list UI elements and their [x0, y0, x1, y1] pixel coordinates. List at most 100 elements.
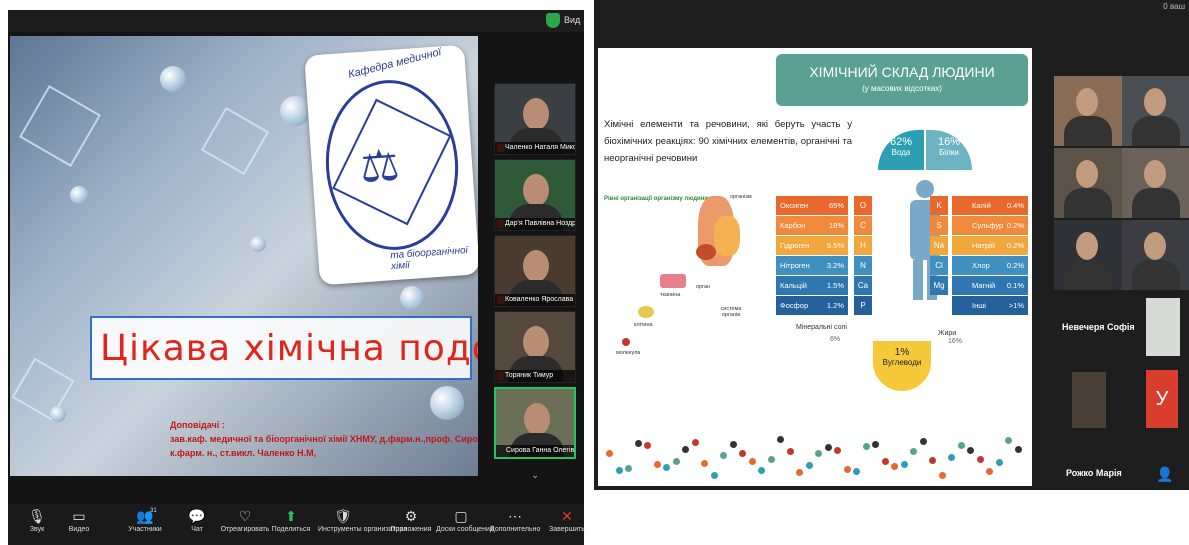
more-button[interactable]: ⋯ Дополнительно	[490, 506, 540, 533]
levels-label: Рівні організації організму людини	[604, 196, 709, 202]
participant-tile[interactable]	[1054, 76, 1122, 146]
participant-name: Невечеря Софія	[1062, 322, 1135, 332]
participant-tile[interactable]: Торяник Тимур	[494, 311, 576, 383]
avatar	[1076, 232, 1098, 260]
toolbar-label: Отреагировать	[220, 526, 270, 533]
chain-dot-decoration	[986, 468, 993, 475]
element-name: Оксиген	[780, 201, 809, 210]
element-value: 65%	[828, 201, 844, 210]
whiteboard-button[interactable]: ▢ Доски сообщений	[436, 506, 494, 533]
chain-dot-decoration	[663, 464, 670, 471]
participant-gallery: Чаленко Наталя Микол... Дар'я Павлівна Н…	[494, 83, 578, 463]
chat-button[interactable]: 💬 Чат	[172, 506, 222, 533]
participant-tile[interactable]: Коваленко Ярослава	[494, 235, 576, 307]
element-value: 0.2%	[1006, 261, 1024, 270]
avatar	[1076, 88, 1098, 116]
element-name: Інші	[972, 301, 986, 310]
participant-tile-active-speaker[interactable]: Сирова Ганна Олегівна	[494, 387, 576, 459]
atom-decoration	[160, 66, 186, 92]
element-row: Гідроген 9.5%	[776, 236, 848, 255]
element-value: 9.5%	[826, 241, 844, 250]
participant-count: 31	[150, 508, 157, 514]
cell-illustration	[638, 306, 654, 318]
avatar-body	[1064, 116, 1112, 146]
element-value: >1%	[1008, 301, 1024, 310]
participant-tile[interactable]: Дар'я Павлівна Ноздрач...	[494, 159, 576, 231]
share-button[interactable]: ⬆ Поделиться	[266, 506, 316, 533]
element-value: 1.5%	[826, 281, 844, 290]
apps-icon: ⚙	[404, 508, 418, 524]
chain-dot-decoration	[872, 441, 879, 448]
element-symbol: P	[854, 296, 872, 315]
element-name: Фосфор	[780, 301, 809, 310]
element-row: Натрій 0.2%	[952, 236, 1028, 255]
slide-description: Хімічні елементи та речовини, які беруть…	[604, 119, 852, 164]
atom-decoration	[50, 406, 66, 422]
slide-subtitle: (у масових відсотках)	[862, 84, 942, 93]
department-logo: Кафедра медичної ⚖ та біоорганічної хімі…	[304, 44, 478, 286]
chain-dot-decoration	[710, 472, 718, 479]
video-icon: ▭	[72, 508, 86, 524]
chain-dot-decoration	[995, 459, 1003, 466]
chain-dot-decoration	[957, 442, 965, 449]
slide-title: ХІМІЧНИЙ СКЛАД ЛЮДИНИ	[809, 64, 995, 80]
react-button[interactable]: ♡ Отреагировать	[220, 506, 270, 533]
avatar-body	[1132, 188, 1180, 218]
participant-tile[interactable]	[1122, 148, 1189, 218]
element-symbol: Na	[930, 236, 948, 255]
participant-tile[interactable]	[1054, 220, 1122, 290]
slide-header: ХІМІЧНИЙ СКЛАД ЛЮДИНИ (у масових відсотк…	[776, 54, 1028, 106]
toolbar-label: Чат	[191, 526, 203, 533]
element-row: Кальцій 1.5%	[776, 276, 848, 295]
participant-avatar-image[interactable]	[1146, 298, 1180, 356]
view-button[interactable]: Вид	[564, 15, 580, 25]
participant-initial-avatar[interactable]: У	[1146, 370, 1178, 428]
video-button[interactable]: ▭ Видео	[54, 506, 104, 533]
water-segment: 62% Вода	[878, 130, 924, 170]
corner-status: 0 ваш	[1163, 2, 1185, 11]
host-tools-button[interactable]: 🛡 Инструменты организатора	[318, 506, 407, 533]
chain-dot-decoration	[720, 452, 727, 459]
participant-tile[interactable]	[1122, 220, 1189, 290]
apps-button[interactable]: ⚙ Приложения	[386, 506, 436, 533]
participant-tile[interactable]: Чаленко Наталя Микол...	[494, 83, 576, 155]
user-icon: 👤	[1156, 466, 1174, 482]
chain-dot-decoration	[805, 462, 813, 469]
avatar-body	[1132, 260, 1180, 290]
element-value: 0.4%	[1006, 201, 1024, 210]
chain-dot-decoration	[767, 456, 775, 463]
chain-dot-decoration	[900, 461, 908, 468]
chevron-down-icon[interactable]: ⌄	[531, 470, 539, 481]
chain-dot-decoration	[758, 467, 765, 474]
molecule-illustration	[622, 338, 630, 346]
participant-tile[interactable]	[1122, 76, 1189, 146]
chain-dot-decoration	[948, 454, 955, 461]
element-symbol: Cl	[930, 256, 948, 275]
element-name: Карбон	[780, 221, 806, 230]
avatar	[1144, 232, 1166, 260]
chain-dot-decoration	[1005, 437, 1012, 444]
chain-dot-decoration	[891, 463, 898, 470]
logo-text-bottom: та біоорганічної хімії	[389, 244, 469, 273]
chain-dot-decoration	[786, 448, 794, 455]
participants-button[interactable]: 👥 Участники 31	[120, 506, 170, 533]
security-shield-icon[interactable]	[546, 13, 560, 28]
organ-label: орган	[696, 284, 711, 290]
element-name: Сульфур	[972, 221, 1004, 230]
molecule-label: молекула	[616, 350, 641, 356]
water-label: Вода	[891, 148, 911, 157]
logo-text-top: Кафедра медичної	[346, 46, 443, 81]
chain-dot-decoration	[634, 440, 642, 447]
tissue-label: тканина	[660, 292, 681, 298]
system-label: система органів	[720, 306, 742, 318]
end-button[interactable]: ✕ Завершить	[542, 506, 592, 533]
participant-avatar-image[interactable]	[1072, 372, 1106, 428]
chain-dot-decoration	[976, 456, 984, 463]
element-symbol: N	[854, 256, 872, 275]
host-tools-icon: 🛡	[334, 508, 352, 524]
toolbar-label: Приложения	[390, 526, 432, 533]
participant-tile[interactable]	[1054, 148, 1122, 218]
fats-label: Жири	[938, 330, 957, 337]
toolbar-label: Доски сообщений	[436, 526, 494, 533]
element-row: Калій 0.4%	[952, 196, 1028, 215]
